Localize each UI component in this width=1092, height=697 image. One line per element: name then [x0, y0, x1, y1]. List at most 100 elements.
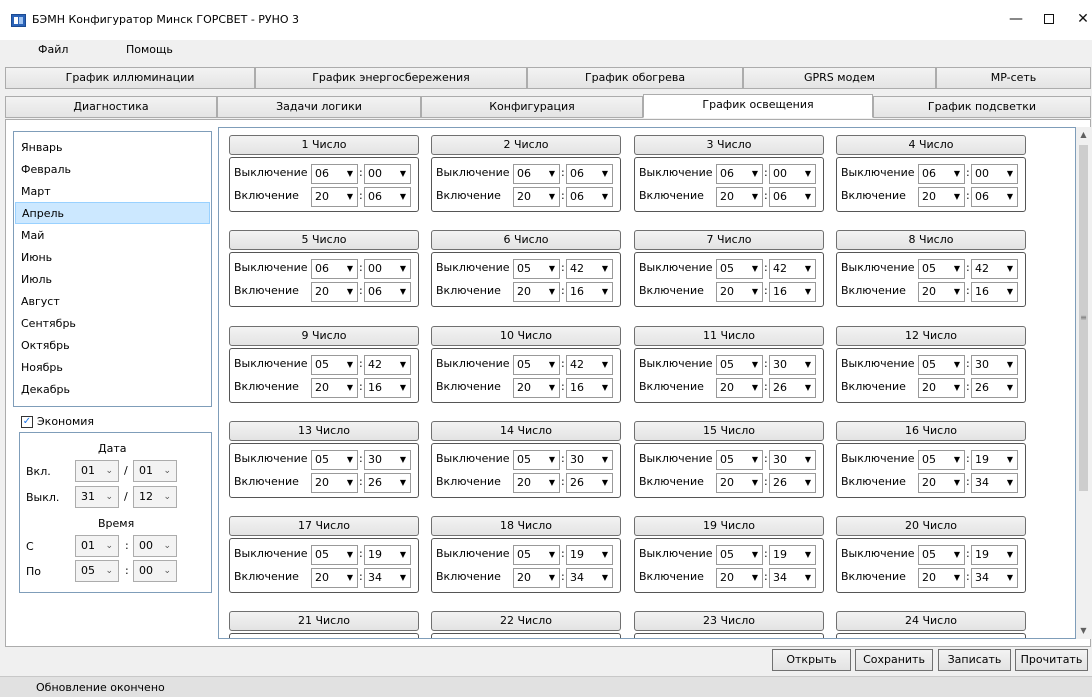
minute-select[interactable]: 42 ▼	[364, 355, 411, 375]
list-item[interactable]: Июнь	[15, 247, 210, 269]
to-min-select[interactable]: 00 ⌄	[133, 560, 177, 582]
minute-select[interactable]: 00 ▼	[971, 164, 1018, 184]
list-item[interactable]: Январь	[15, 137, 210, 159]
hour-select[interactable]: 20 ▼	[311, 378, 358, 398]
off-day-select[interactable]: 31 ⌄	[75, 486, 119, 508]
minute-select[interactable]: 06 ▼	[566, 187, 613, 207]
save-button[interactable]: Сохранить	[855, 649, 933, 671]
minute-select[interactable]: 30 ▼	[364, 450, 411, 470]
minute-select[interactable]: 42 ▼	[971, 259, 1018, 279]
day-button[interactable]: 16 Число	[836, 421, 1026, 441]
hour-select[interactable]: 06 ▼	[918, 164, 965, 184]
minute-select[interactable]: 19 ▼	[971, 545, 1018, 565]
hour-select[interactable]: 06 ▼	[311, 164, 358, 184]
day-button[interactable]: 8 Число	[836, 230, 1026, 250]
minute-select[interactable]: 06 ▼	[364, 187, 411, 207]
day-button[interactable]: 11 Число	[634, 326, 824, 346]
day-button[interactable]: 7 Число	[634, 230, 824, 250]
minute-select[interactable]: 34 ▼	[769, 568, 816, 588]
months-list[interactable]: Январь Февраль Март Апрель Май Июнь Июль…	[13, 131, 212, 407]
hour-select[interactable]: 05 ▼	[311, 545, 358, 565]
minute-select[interactable]: 19 ▼	[971, 450, 1018, 470]
minute-select[interactable]: 06 ▼	[566, 164, 613, 184]
day-button[interactable]: 23 Число	[634, 611, 824, 631]
minute-select[interactable]: 19 ▼	[566, 545, 613, 565]
hour-select[interactable]: 05 ▼	[716, 450, 763, 470]
hour-select[interactable]: 20 ▼	[311, 568, 358, 588]
tab-logic-tasks[interactable]: Задачи логики	[217, 96, 421, 118]
hour-select[interactable]: 05 ▼	[716, 545, 763, 565]
list-item[interactable]: Октябрь	[15, 335, 210, 357]
day-button[interactable]: 5 Число	[229, 230, 419, 250]
minute-select[interactable]: 34 ▼	[364, 568, 411, 588]
hour-select[interactable]: 05 ▼	[918, 259, 965, 279]
minute-select[interactable]: 30 ▼	[769, 355, 816, 375]
day-button[interactable]: 4 Число	[836, 135, 1026, 155]
hour-select[interactable]: 20 ▼	[716, 282, 763, 302]
open-button[interactable]: Открыть	[772, 649, 851, 671]
minute-select[interactable]: 26 ▼	[769, 378, 816, 398]
hour-select[interactable]: 20 ▼	[716, 473, 763, 493]
hour-select[interactable]: 05 ▼	[513, 450, 560, 470]
economy-checkbox[interactable]: ✓	[21, 416, 33, 428]
hour-select[interactable]: 05 ▼	[716, 355, 763, 375]
day-button[interactable]: 1 Число	[229, 135, 419, 155]
minute-select[interactable]: 34 ▼	[971, 568, 1018, 588]
tab-diagnostics[interactable]: Диагностика	[5, 96, 217, 118]
maximize-button[interactable]	[1036, 8, 1062, 30]
off-month-select[interactable]: 12 ⌄	[133, 486, 177, 508]
list-item[interactable]: Август	[15, 291, 210, 313]
minute-select[interactable]: 06 ▼	[971, 187, 1018, 207]
day-button[interactable]: 24 Число	[836, 611, 1026, 631]
tab-heating[interactable]: График обогрева	[527, 67, 743, 89]
on-day-select[interactable]: 01 ⌄	[75, 460, 119, 482]
minute-select[interactable]: 42 ▼	[566, 355, 613, 375]
minute-select[interactable]: 26 ▼	[566, 473, 613, 493]
hour-select[interactable]: 20 ▼	[918, 568, 965, 588]
minute-select[interactable]: 16 ▼	[971, 282, 1018, 302]
scroll-thumb[interactable]: ≡	[1079, 145, 1088, 491]
minute-select[interactable]: 30 ▼	[769, 450, 816, 470]
day-button[interactable]: 14 Число	[431, 421, 621, 441]
hour-select[interactable]: 20 ▼	[716, 187, 763, 207]
day-button[interactable]: 2 Число	[431, 135, 621, 155]
hour-select[interactable]: 05 ▼	[513, 355, 560, 375]
list-item-selected[interactable]: Апрель	[15, 202, 210, 224]
day-button[interactable]: 22 Число	[431, 611, 621, 631]
minute-select[interactable]: 42 ▼	[566, 259, 613, 279]
day-button[interactable]: 3 Число	[634, 135, 824, 155]
day-button[interactable]: 20 Число	[836, 516, 1026, 536]
list-item[interactable]: Июль	[15, 269, 210, 291]
minute-select[interactable]: 30 ▼	[971, 355, 1018, 375]
hour-select[interactable]: 05 ▼	[311, 450, 358, 470]
hour-select[interactable]: 20 ▼	[311, 282, 358, 302]
hour-select[interactable]: 05 ▼	[918, 545, 965, 565]
minute-select[interactable]: 26 ▼	[364, 473, 411, 493]
minute-select[interactable]: 34 ▼	[971, 473, 1018, 493]
hour-select[interactable]: 20 ▼	[513, 473, 560, 493]
day-button[interactable]: 15 Число	[634, 421, 824, 441]
tab-lighting-schedule[interactable]: График освещения	[643, 94, 873, 118]
day-button[interactable]: 9 Число	[229, 326, 419, 346]
to-hour-select[interactable]: 05 ⌄	[75, 560, 119, 582]
tab-illumination[interactable]: График иллюминации	[5, 67, 255, 89]
read-button[interactable]: Прочитать	[1015, 649, 1088, 671]
minimize-button[interactable]: —	[1003, 8, 1029, 30]
list-item[interactable]: Май	[15, 225, 210, 247]
minute-select[interactable]: 30 ▼	[566, 450, 613, 470]
hour-select[interactable]: 05 ▼	[918, 450, 965, 470]
minute-select[interactable]: 26 ▼	[971, 378, 1018, 398]
minute-select[interactable]: 06 ▼	[364, 282, 411, 302]
hour-select[interactable]: 20 ▼	[918, 187, 965, 207]
vertical-scrollbar[interactable]: ▲ ≡ ▼	[1076, 127, 1091, 639]
tab-gprs[interactable]: GPRS модем	[743, 67, 936, 89]
day-grid[interactable]: 1 Число Выключение 06 ▼:00 ▼ Включение 20 ▼:06 ▼…	[218, 127, 1076, 639]
day-button[interactable]: 6 Число	[431, 230, 621, 250]
from-min-select[interactable]: 00 ⌄	[133, 535, 177, 557]
minute-select[interactable]: 00 ▼	[364, 164, 411, 184]
tab-backlight-schedule[interactable]: График подсветки	[873, 96, 1091, 118]
hour-select[interactable]: 20 ▼	[311, 473, 358, 493]
minute-select[interactable]: 19 ▼	[769, 545, 816, 565]
minute-select[interactable]: 16 ▼	[364, 378, 411, 398]
tab-configuration[interactable]: Конфигурация	[421, 96, 643, 118]
